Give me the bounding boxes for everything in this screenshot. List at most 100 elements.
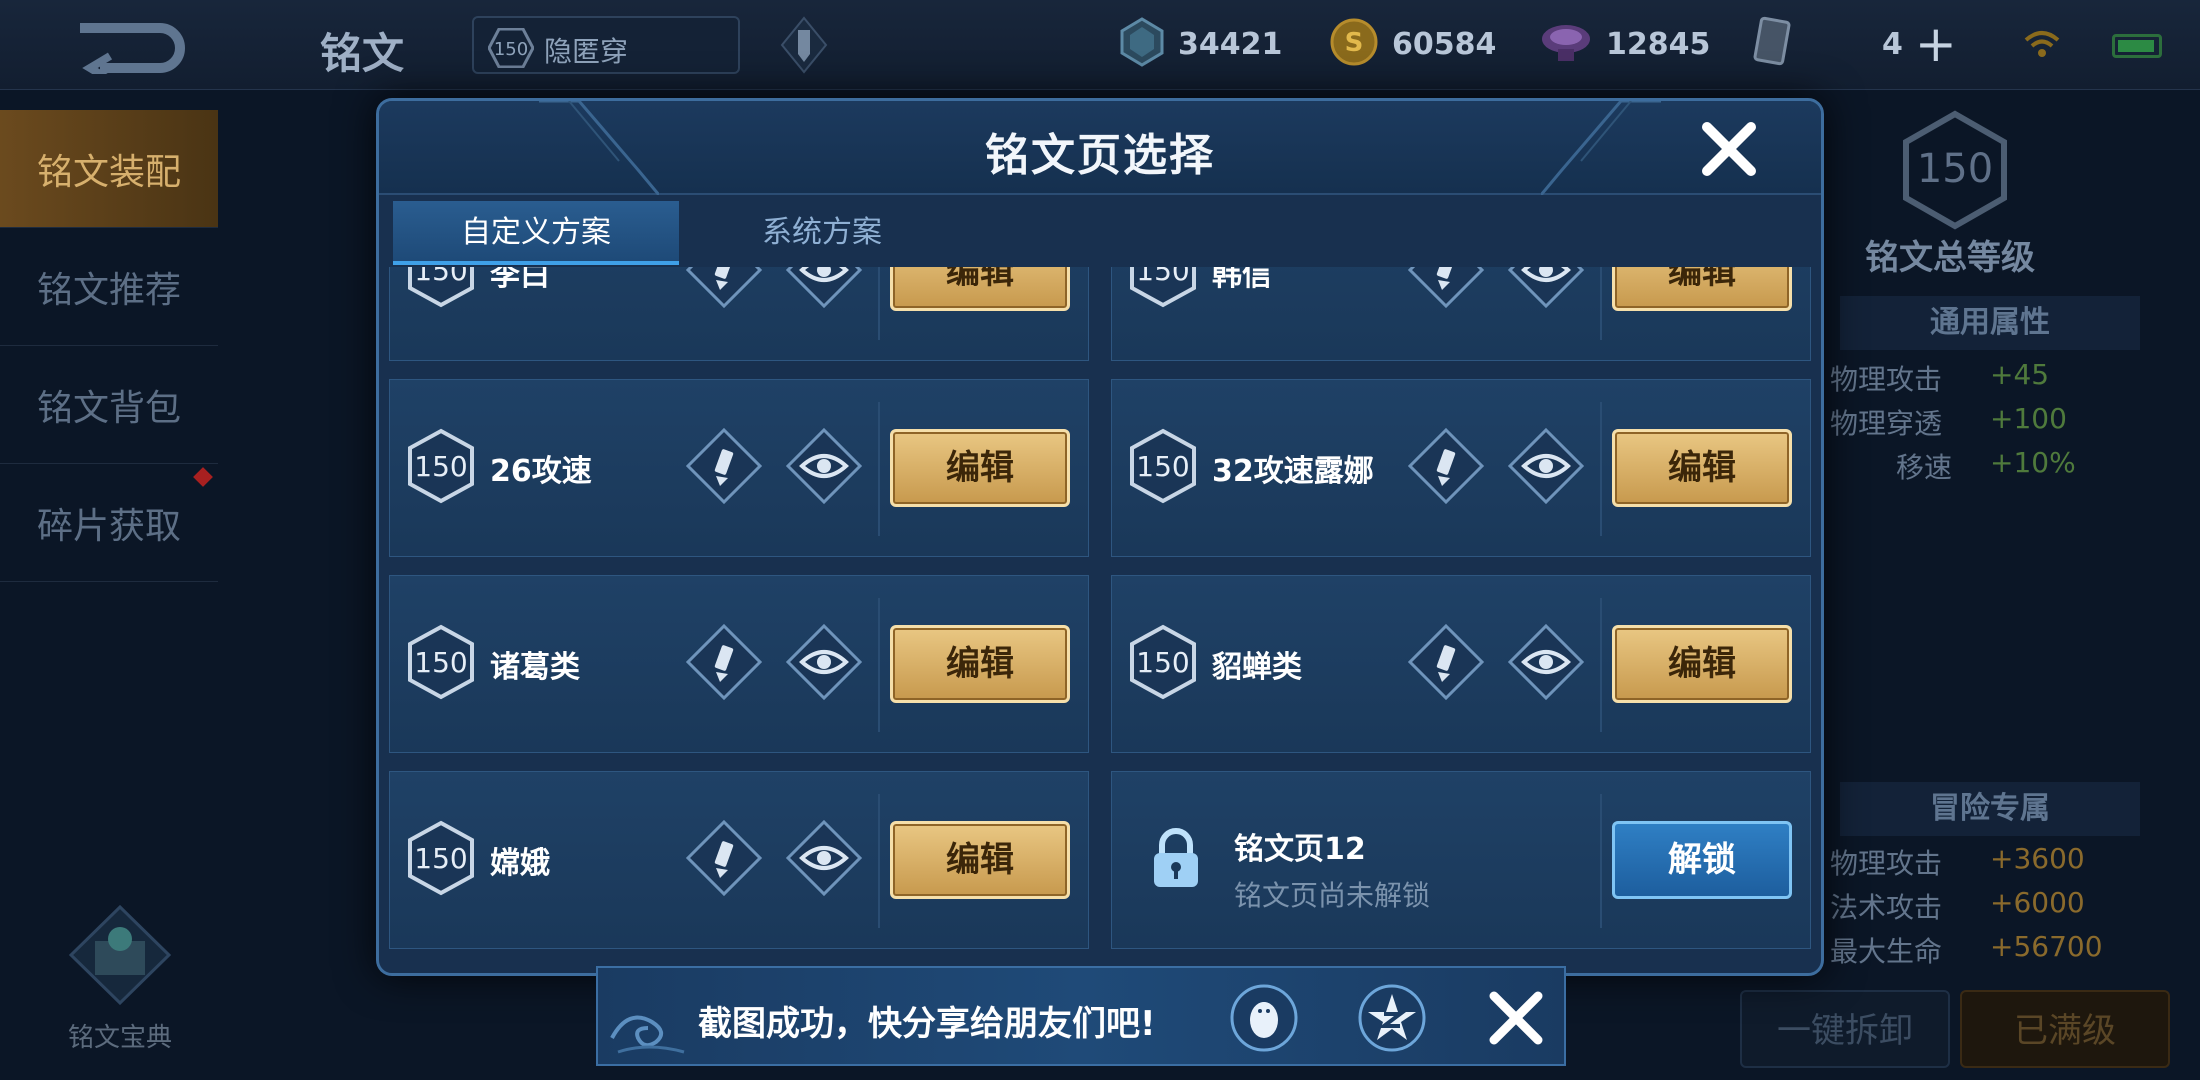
eye-icon xyxy=(785,427,863,505)
card-icon xyxy=(1752,16,1792,72)
rune-page-card[interactable]: 150 诸葛类 编辑 xyxy=(389,575,1089,753)
divider xyxy=(1600,598,1602,732)
rename-pen-icon[interactable] xyxy=(780,16,828,78)
rename-button[interactable] xyxy=(1407,267,1485,312)
eye-icon xyxy=(1507,427,1585,505)
rune-page-card[interactable]: 150 26攻速 编辑 xyxy=(389,379,1089,557)
battery-icon xyxy=(2112,34,2162,58)
edit-button[interactable]: 编辑 xyxy=(1612,267,1792,311)
eye-icon xyxy=(785,267,863,309)
level-hex-icon: 150 xyxy=(1128,624,1198,704)
gold-coin-icon: S xyxy=(1330,18,1378,70)
wifi-icon xyxy=(2024,30,2060,62)
edit-button[interactable]: 编辑 xyxy=(890,625,1070,703)
divider xyxy=(878,267,880,340)
share-qq-button[interactable] xyxy=(1228,982,1300,1058)
rune-page-card[interactable]: 150 貂蝉类 编辑 xyxy=(1111,575,1811,753)
sidebar-item-recommend[interactable]: 铭文推荐 xyxy=(0,228,218,346)
codex-book-icon xyxy=(68,904,172,1006)
edit-button[interactable]: 编辑 xyxy=(890,267,1070,311)
attribute-row: 移速 +10% xyxy=(1830,446,2076,486)
pen-icon xyxy=(1407,267,1485,309)
screenshot-share-toast: 截图成功，快分享给朋友们吧! xyxy=(596,966,1566,1066)
dismantle-all-button[interactable]: 一键拆卸 xyxy=(1740,990,1950,1068)
rune-page-card[interactable]: 150 嫦娥 编辑 xyxy=(389,771,1089,949)
general-attributes-title: 通用属性 xyxy=(1840,296,2140,350)
codex-label: 铭文宝典 xyxy=(67,1023,172,1053)
rune-page-card[interactable]: 150 韩信 编辑 xyxy=(1111,267,1811,361)
preview-button[interactable] xyxy=(1507,427,1585,508)
locked-page-status: 铭文页尚未解锁 xyxy=(1234,879,1431,912)
page-title: 铭文 xyxy=(320,29,405,78)
share-qzone-button[interactable] xyxy=(1356,982,1428,1058)
unlock-button[interactable]: 解锁 xyxy=(1612,821,1792,899)
locked-page-name: 铭文页12 xyxy=(1234,832,1366,867)
crystal-icon xyxy=(1540,19,1592,69)
pen-icon xyxy=(685,427,763,505)
preview-button[interactable] xyxy=(785,623,863,704)
rune-page-card[interactable]: 150 32攻速露娜 编辑 xyxy=(1111,379,1811,557)
rename-button[interactable] xyxy=(1407,623,1485,704)
preview-button[interactable] xyxy=(785,427,863,508)
codex-button[interactable]: 铭文宝典 xyxy=(60,904,180,1054)
attribute-row: 物理攻击 +45 xyxy=(1830,358,2049,398)
currency-crystal: 12845 xyxy=(1540,16,1710,72)
rename-button[interactable] xyxy=(685,427,763,508)
back-button[interactable] xyxy=(70,18,200,84)
close-dialog-button[interactable] xyxy=(1699,119,1759,179)
sidebar-item-fragments[interactable]: 碎片获取 xyxy=(0,464,218,582)
rename-button[interactable] xyxy=(1407,427,1485,508)
pen-icon xyxy=(685,267,763,309)
level-hex-icon: 150 xyxy=(406,267,476,312)
qzone-star-icon xyxy=(1358,984,1426,1052)
sidebar-item-equip[interactable]: 铭文装配 xyxy=(0,110,218,228)
close-icon xyxy=(1489,991,1543,1045)
attr-value: +45 xyxy=(1990,358,2050,391)
attr-key: 物理攻击 xyxy=(1830,847,1943,880)
attr-key: 最大生命 xyxy=(1830,935,1943,968)
level-hex-icon: 150 xyxy=(1128,267,1198,312)
preview-button[interactable] xyxy=(1507,267,1585,312)
attr-value: +6000 xyxy=(1990,886,2085,919)
rune-page-card[interactable]: 150 李白 编辑 xyxy=(389,267,1089,361)
eye-icon xyxy=(1507,267,1585,309)
tab-custom-plans[interactable]: 自定义方案 xyxy=(393,201,679,265)
svg-text:150: 150 xyxy=(414,450,467,483)
level-hex-icon: 150 xyxy=(487,27,535,72)
crystal-count: 12845 xyxy=(1606,26,1711,62)
attr-key: 物理攻击 xyxy=(1830,363,1943,396)
rename-button[interactable] xyxy=(685,623,763,704)
card-count: 4 xyxy=(1882,26,1903,62)
rune-page-name: 26攻速 xyxy=(490,454,592,489)
preview-button[interactable] xyxy=(785,819,863,900)
divider xyxy=(1600,402,1602,536)
rune-page-name: 嫦娥 xyxy=(490,846,550,881)
edit-button[interactable]: 编辑 xyxy=(1612,625,1792,703)
preview-button[interactable] xyxy=(1507,623,1585,704)
back-arrow-icon xyxy=(80,23,185,84)
rune-page-name: 32攻速露娜 xyxy=(1212,454,1374,489)
edit-button[interactable]: 编辑 xyxy=(1612,429,1792,507)
diamond-count: 34421 xyxy=(1178,26,1283,62)
cloud-swirl-icon xyxy=(608,998,688,1062)
currency-card: 4 + xyxy=(1752,16,1957,72)
add-card-button[interactable]: + xyxy=(1915,19,1957,69)
lock-icon xyxy=(1146,825,1206,895)
sidebar-item-backpack[interactable]: 铭文背包 xyxy=(0,346,218,464)
close-toast-button[interactable] xyxy=(1486,988,1546,1052)
rename-button[interactable] xyxy=(685,267,763,312)
attribute-row: 法术攻击 +6000 xyxy=(1830,886,2085,926)
edit-button[interactable]: 编辑 xyxy=(890,821,1070,899)
max-level-button[interactable]: 已满级 xyxy=(1960,990,2170,1068)
preview-button[interactable] xyxy=(785,267,863,312)
tab-system-plans[interactable]: 系统方案 xyxy=(679,201,965,265)
diamond-icon xyxy=(1120,17,1164,71)
top-bar: 铭文 150 隐匿穿 34421 S 60584 12845 4 + xyxy=(0,0,2200,90)
rename-button[interactable] xyxy=(685,819,763,900)
level-text: 150 xyxy=(494,39,528,60)
pen-icon xyxy=(685,819,763,897)
edit-button[interactable]: 编辑 xyxy=(890,429,1070,507)
level-hex-icon: 150 xyxy=(1128,428,1198,508)
current-page-selector[interactable]: 150 隐匿穿 xyxy=(472,16,740,74)
eye-icon xyxy=(1507,623,1585,701)
